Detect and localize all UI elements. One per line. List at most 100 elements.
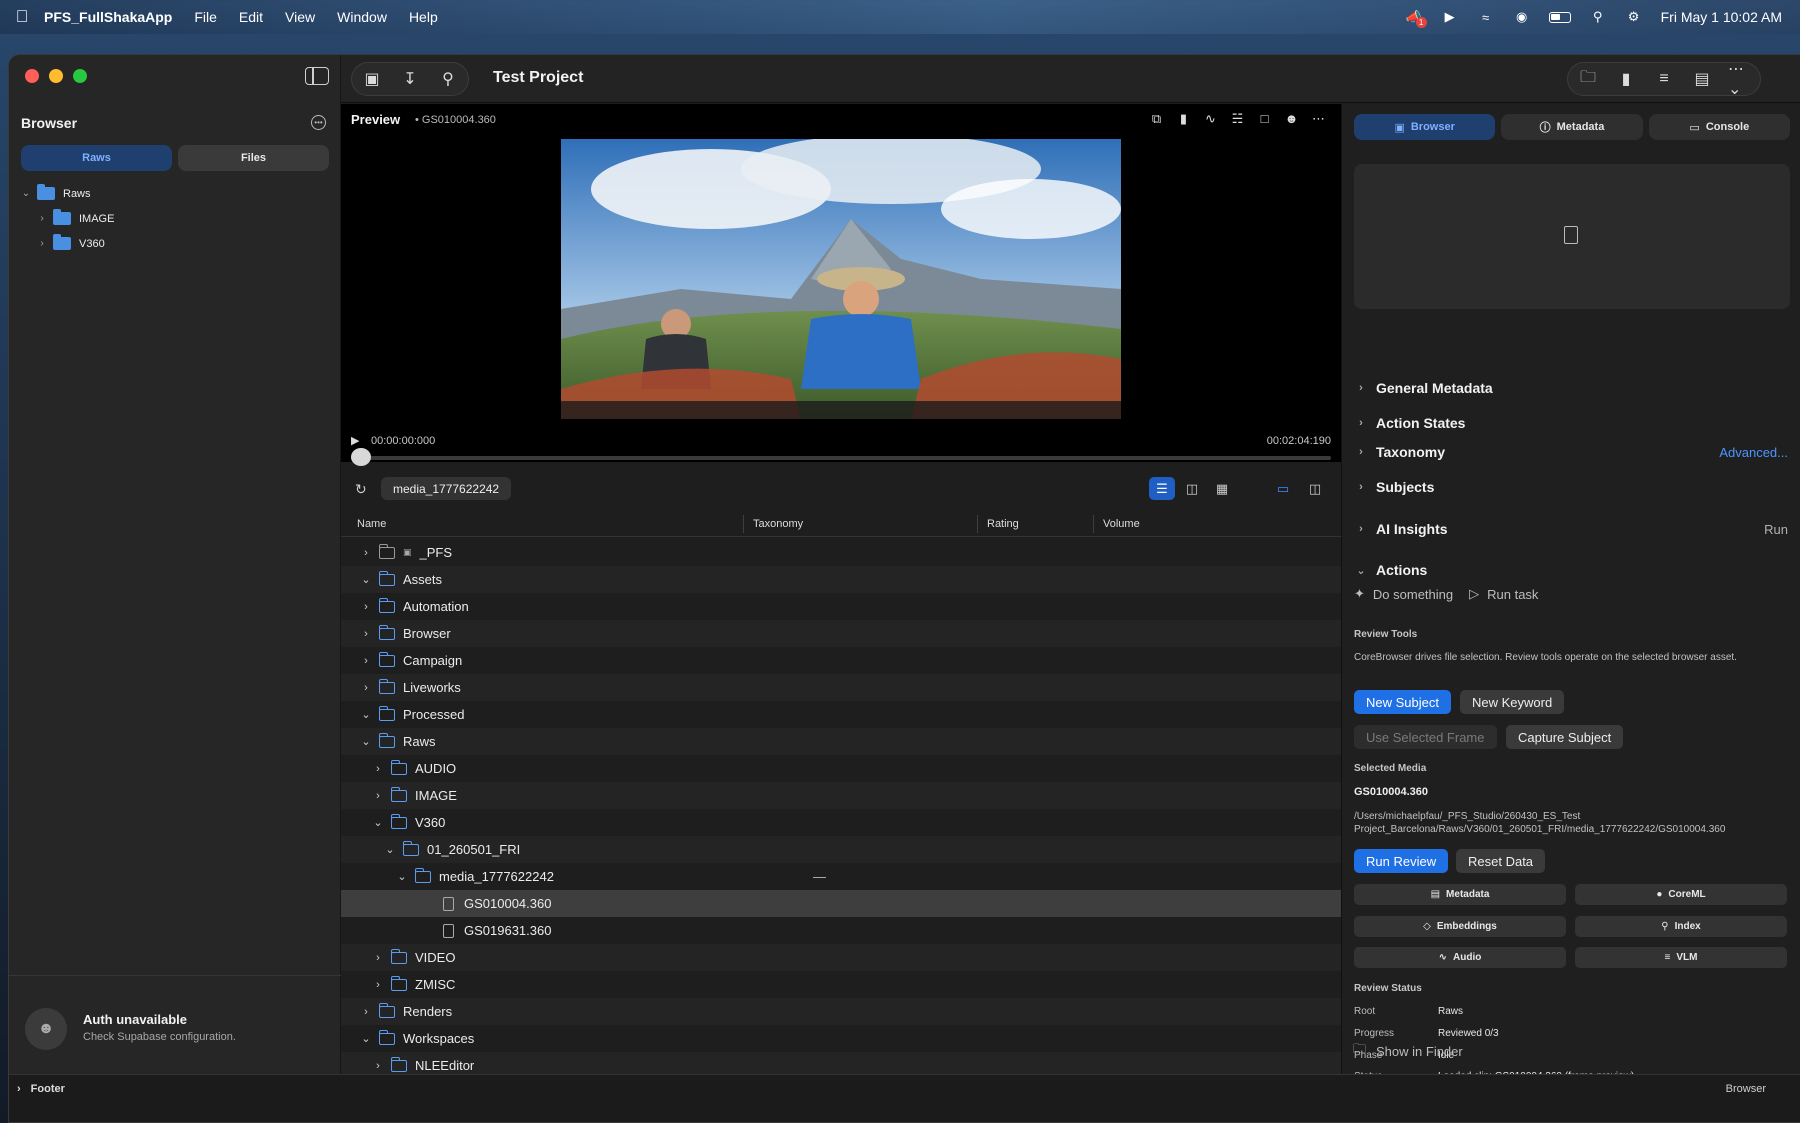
table-row[interactable]: › IMAGE	[341, 782, 1341, 809]
run-review-button[interactable]: Run Review	[1354, 849, 1449, 873]
run-task-button[interactable]: Run task	[1487, 587, 1538, 602]
table-row[interactable]: › ZMISC	[341, 971, 1341, 998]
chevron-right-icon[interactable]: ›	[359, 655, 373, 667]
section-ai-insights[interactable]: › AI Insights	[1354, 521, 1447, 537]
column-rating[interactable]: Rating	[987, 518, 1019, 530]
table-row[interactable]: › Renders	[341, 998, 1341, 1025]
capture-subject-button[interactable]: Capture Subject	[1506, 725, 1624, 749]
chevron-right-icon[interactable]: ›	[359, 547, 373, 559]
vlm-tool-button[interactable]: ≡ VLM	[1575, 947, 1787, 968]
waveform-icon[interactable]: ∿	[1202, 110, 1219, 127]
chevron-right-icon[interactable]: ›	[359, 628, 373, 640]
table-row[interactable]: GS019631.360	[341, 917, 1341, 944]
chevron-down-icon[interactable]: ⌄	[359, 573, 373, 586]
reset-data-button[interactable]: Reset Data	[1456, 849, 1546, 873]
close-window-button[interactable]	[25, 69, 39, 83]
segment-files[interactable]: Files	[178, 145, 329, 171]
audio-tool-button[interactable]: ∿ Audio	[1354, 947, 1566, 968]
add-frame-icon[interactable]: ⧉	[1148, 110, 1165, 127]
column-taxonomy[interactable]: Taxonomy	[753, 518, 803, 530]
section-actions[interactable]: ⌄ Actions	[1354, 562, 1427, 578]
new-subject-button[interactable]: New Subject	[1354, 690, 1451, 714]
grid-view-icon[interactable]: ▦	[1209, 477, 1235, 500]
filter-icon[interactable]: ≡	[1652, 67, 1676, 91]
chevron-right-icon[interactable]: ›	[371, 1060, 385, 1072]
menu-help[interactable]: Help	[409, 9, 438, 25]
taxonomy-advanced-link[interactable]: Advanced...	[1719, 445, 1788, 460]
app-menu[interactable]: PFS_FullShakaApp	[44, 9, 172, 25]
metadata-tool-button[interactable]: ▤ Metadata	[1354, 884, 1566, 905]
spotlight-search-icon[interactable]: ⚲	[1589, 9, 1607, 25]
filmstrip-icon[interactable]: ▮	[1614, 67, 1638, 91]
video-frame[interactable]	[561, 139, 1121, 419]
chevron-down-icon[interactable]: ⌄	[19, 188, 33, 199]
split-view-icon[interactable]: ▤	[1690, 67, 1714, 91]
chevron-right-icon[interactable]: ›	[359, 601, 373, 613]
footer-toggle[interactable]: › Footer	[17, 1083, 65, 1095]
menu-edit[interactable]: Edit	[239, 9, 263, 25]
apple-menu-icon[interactable]: 	[0, 7, 44, 27]
use-selected-frame-button[interactable]: Use Selected Frame	[1354, 725, 1497, 749]
table-row[interactable]: GS010004.360	[341, 890, 1341, 917]
more-menu-icon[interactable]: ⋯⌄	[1728, 61, 1752, 98]
menu-view[interactable]: View	[285, 9, 315, 25]
crop-frame-icon[interactable]: ▮	[1175, 110, 1192, 127]
table-row[interactable]: › VIDEO	[341, 944, 1341, 971]
table-row[interactable]: › Liveworks	[341, 674, 1341, 701]
more-options-icon[interactable]: •••	[311, 115, 326, 130]
monitor-icon[interactable]: ▭	[1271, 477, 1295, 500]
list-view-icon[interactable]: ☰	[1149, 477, 1175, 500]
chevron-right-icon[interactable]: ›	[371, 979, 385, 991]
table-row[interactable]: ⌄ V360	[341, 809, 1341, 836]
tree-item-image[interactable]: › IMAGE	[19, 206, 339, 231]
embeddings-tool-button[interactable]: ◇ Embeddings	[1354, 916, 1566, 937]
control-center-icon[interactable]: ⚙	[1625, 9, 1643, 25]
refresh-icon[interactable]: ↻	[355, 481, 367, 498]
column-name[interactable]: Name	[357, 518, 386, 530]
zoom-window-button[interactable]	[73, 69, 87, 83]
face-icon[interactable]: ☻	[1283, 110, 1300, 127]
index-tool-button[interactable]: ⚲ Index	[1575, 916, 1787, 937]
sidebar-toggle-icon[interactable]	[305, 67, 329, 85]
menubar-clock[interactable]: Fri May 1 10:02 AM	[1661, 9, 1782, 25]
menu-window[interactable]: Window	[337, 9, 387, 25]
scrubber-track[interactable]	[351, 456, 1331, 460]
import-tray-icon[interactable]: ↧	[398, 67, 422, 91]
minimize-window-button[interactable]	[49, 69, 63, 83]
avatar[interactable]: ☻	[25, 1008, 67, 1050]
table-row[interactable]: › AUDIO	[341, 755, 1341, 782]
play-icon[interactable]: ▶	[351, 434, 359, 447]
menu-file[interactable]: File	[194, 9, 217, 25]
folder-icon[interactable]: 🗀	[1576, 67, 1600, 91]
audio-levels-icon[interactable]: ☵	[1229, 110, 1246, 127]
chevron-right-icon[interactable]: ›	[371, 763, 385, 775]
scrubber-handle[interactable]	[351, 448, 371, 466]
table-row[interactable]: › Automation	[341, 593, 1341, 620]
chevron-down-icon[interactable]: ⌄	[371, 816, 385, 829]
table-row[interactable]: › Campaign	[341, 647, 1341, 674]
table-row[interactable]: ⌄ media_1777622242 —	[341, 863, 1341, 890]
ellipsis-icon[interactable]: ⋯	[1310, 110, 1327, 127]
chevron-right-icon[interactable]: ›	[371, 952, 385, 964]
chevron-down-icon[interactable]: ⌄	[395, 870, 409, 883]
notification-icon[interactable]: 📣 1	[1405, 9, 1427, 28]
chevron-down-icon[interactable]: ⌄	[359, 708, 373, 721]
column-view-icon[interactable]: ◫	[1179, 477, 1205, 500]
new-keyword-button[interactable]: New Keyword	[1460, 690, 1565, 714]
table-row[interactable]: ⌄ Workspaces	[341, 1025, 1341, 1052]
battery-icon[interactable]	[1548, 11, 1571, 23]
tree-item-v360[interactable]: › V360	[19, 231, 339, 256]
section-general-metadata[interactable]: › General Metadata	[1354, 380, 1493, 396]
wifi-icon[interactable]: ≈	[1477, 9, 1495, 25]
table-row[interactable]: ⌄ Assets	[341, 566, 1341, 593]
show-in-finder-button[interactable]: 🗀 Show in Finder	[1353, 1040, 1463, 1062]
table-row[interactable]: › Browser	[341, 620, 1341, 647]
do-something-button[interactable]: Do something	[1373, 587, 1453, 602]
user-icon[interactable]: ◉	[1513, 9, 1531, 25]
chevron-right-icon[interactable]: ›	[371, 790, 385, 802]
table-row[interactable]: ⌄ Processed	[341, 701, 1341, 728]
chevron-right-icon[interactable]: ›	[35, 213, 49, 224]
split-columns-icon[interactable]: ◫	[1303, 477, 1327, 500]
column-volume[interactable]: Volume	[1103, 518, 1140, 530]
play-status-icon[interactable]: ▶	[1441, 9, 1459, 25]
